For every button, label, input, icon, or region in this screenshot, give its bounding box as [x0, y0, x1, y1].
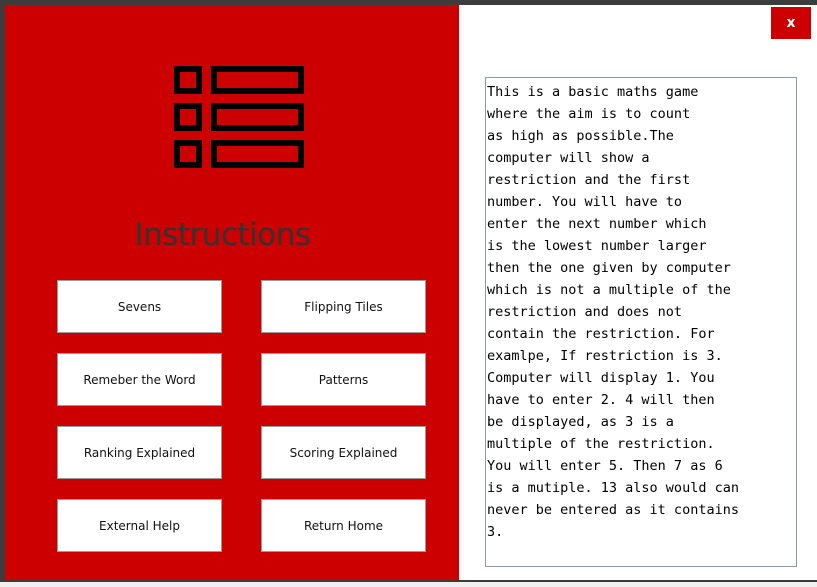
scoring-explained-button[interactable]: Scoring Explained	[261, 426, 426, 479]
remember-the-word-button[interactable]: Remeber the Word	[57, 353, 222, 406]
ranking-explained-button[interactable]: Ranking Explained	[57, 426, 222, 479]
flipping-tiles-button[interactable]: Flipping Tiles	[261, 280, 426, 333]
close-button[interactable]: x	[770, 6, 812, 40]
left-panel: Instructions Sevens Flipping Tiles Remeb…	[5, 5, 459, 580]
return-home-button[interactable]: Return Home	[261, 499, 426, 552]
external-help-button[interactable]: External Help	[57, 499, 222, 552]
patterns-button[interactable]: Patterns	[261, 353, 426, 406]
list-menu-icon	[174, 66, 304, 174]
instructions-textbox[interactable]: This is a basic maths game where the aim…	[485, 77, 797, 567]
sevens-button[interactable]: Sevens	[57, 280, 222, 333]
page-title: Instructions	[134, 217, 311, 253]
instructions-window: Instructions Sevens Flipping Tiles Remeb…	[0, 0, 817, 582]
